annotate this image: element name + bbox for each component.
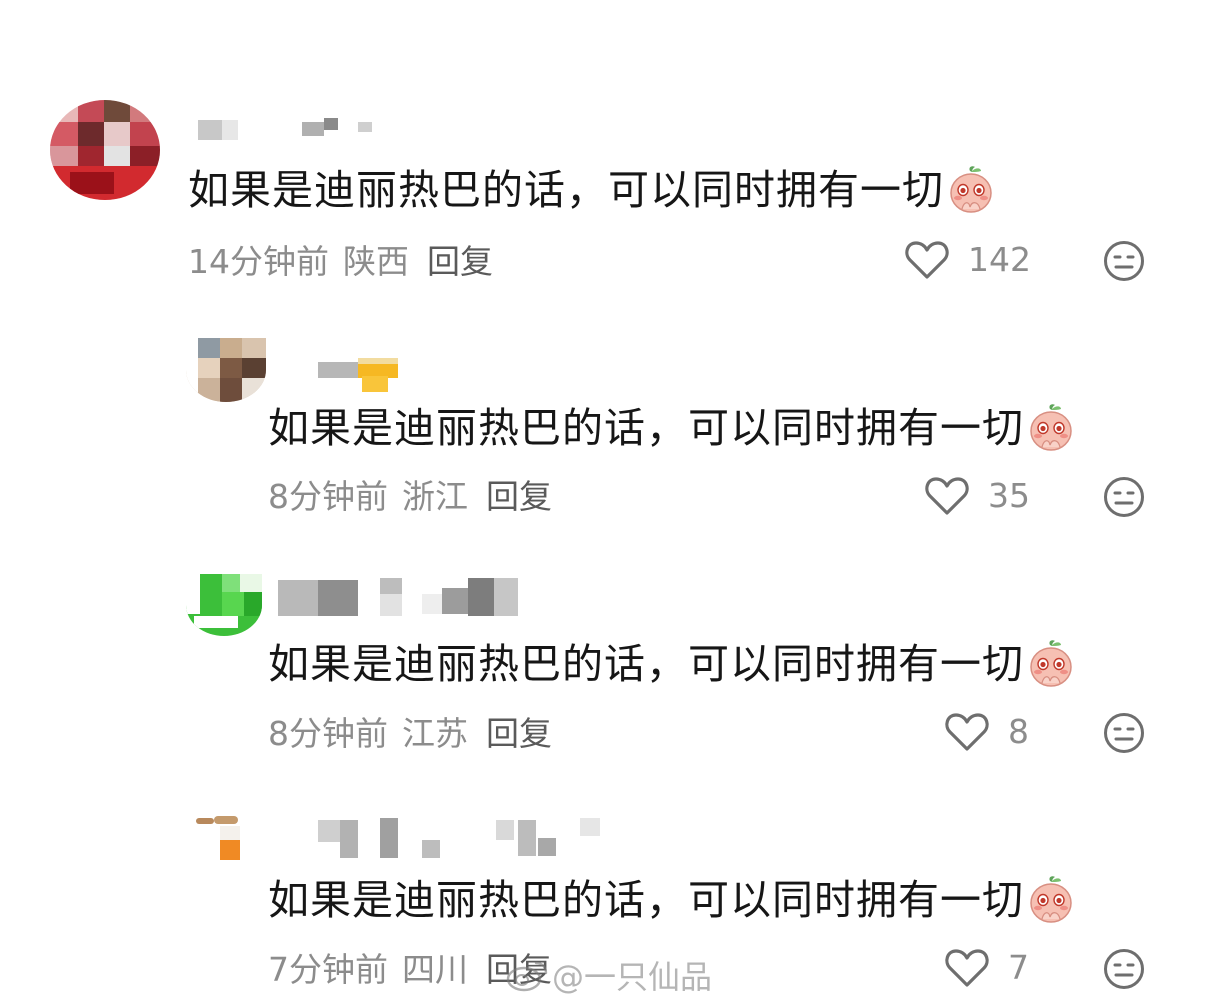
username-masked[interactable] <box>318 818 600 858</box>
heart-icon <box>944 948 990 988</box>
watermark-text: @一只仙品 <box>552 958 713 996</box>
comment-item: 如果是迪丽热巴的话，可以同时拥有一切 14分钟前 陕西 回复 142 <box>0 0 1213 300</box>
like-button[interactable]: 8 <box>944 712 1029 752</box>
comment-time: 7分钟前 <box>268 950 388 989</box>
comment-meta: 14分钟前 陕西 回复 <box>188 242 493 282</box>
like-count: 35 <box>988 476 1030 515</box>
avatar[interactable] <box>186 338 266 402</box>
comment-text: 如果是迪丽热巴的话，可以同时拥有一切 <box>268 402 1074 454</box>
comment-text-content: 如果是迪丽热巴的话，可以同时拥有一切 <box>268 640 1024 688</box>
username-masked[interactable] <box>278 578 540 618</box>
avatar[interactable] <box>190 806 246 862</box>
like-count: 8 <box>1008 712 1029 751</box>
watermark: @一只仙品 <box>506 952 712 998</box>
peach-shy-emoji-icon <box>948 165 994 215</box>
dislike-face-icon[interactable] <box>1103 712 1145 754</box>
reply-button[interactable]: 回复 <box>486 714 552 754</box>
avatar[interactable] <box>186 574 262 636</box>
comment-meta: 8分钟前 浙江 回复 <box>268 477 552 517</box>
comment-item: 如果是迪丽热巴的话，可以同时拥有一切 7分钟前 四川 回复 7 <box>0 0 1213 989</box>
comment-text-content: 如果是迪丽热巴的话，可以同时拥有一切 <box>188 166 944 214</box>
avatar[interactable] <box>50 100 160 200</box>
comment-location: 江苏 <box>402 714 468 753</box>
username-masked[interactable] <box>198 118 388 158</box>
comment-location: 四川 <box>402 950 468 989</box>
heart-icon <box>924 476 970 516</box>
like-count: 7 <box>1008 948 1029 987</box>
comment-text-content: 如果是迪丽热巴的话，可以同时拥有一切 <box>268 876 1024 924</box>
reply-button[interactable]: 回复 <box>427 242 493 282</box>
comment-location: 浙江 <box>402 477 468 516</box>
like-count: 142 <box>968 240 1031 279</box>
comment-meta: 8分钟前 江苏 回复 <box>268 714 552 754</box>
reply-button[interactable]: 回复 <box>486 477 552 517</box>
like-button[interactable]: 35 <box>924 476 1030 516</box>
dislike-face-icon[interactable] <box>1103 476 1145 518</box>
username-masked[interactable] <box>318 358 418 398</box>
heart-icon <box>944 712 990 752</box>
peach-shy-emoji-icon <box>1028 639 1074 689</box>
comment-thread-page: { "comments": [ { "text": "如果是迪丽热巴的话，可以同… <box>0 0 1213 1004</box>
comment-location: 陕西 <box>343 242 409 281</box>
like-button[interactable]: 142 <box>904 240 1031 280</box>
weibo-logo-icon <box>506 961 548 992</box>
comment-text-content: 如果是迪丽热巴的话，可以同时拥有一切 <box>268 404 1024 452</box>
comment-time: 8分钟前 <box>268 714 388 753</box>
dislike-face-icon[interactable] <box>1103 948 1145 990</box>
dislike-face-icon[interactable] <box>1103 240 1145 282</box>
comment-time: 8分钟前 <box>268 477 388 516</box>
comment-time: 14分钟前 <box>188 242 329 281</box>
peach-shy-emoji-icon <box>1028 875 1074 925</box>
comment-text: 如果是迪丽热巴的话，可以同时拥有一切 <box>268 874 1074 926</box>
comment-text: 如果是迪丽热巴的话，可以同时拥有一切 <box>188 164 994 216</box>
comment-text: 如果是迪丽热巴的话，可以同时拥有一切 <box>268 638 1074 690</box>
peach-shy-emoji-icon <box>1028 403 1074 453</box>
like-button[interactable]: 7 <box>944 948 1029 988</box>
heart-icon <box>904 240 950 280</box>
